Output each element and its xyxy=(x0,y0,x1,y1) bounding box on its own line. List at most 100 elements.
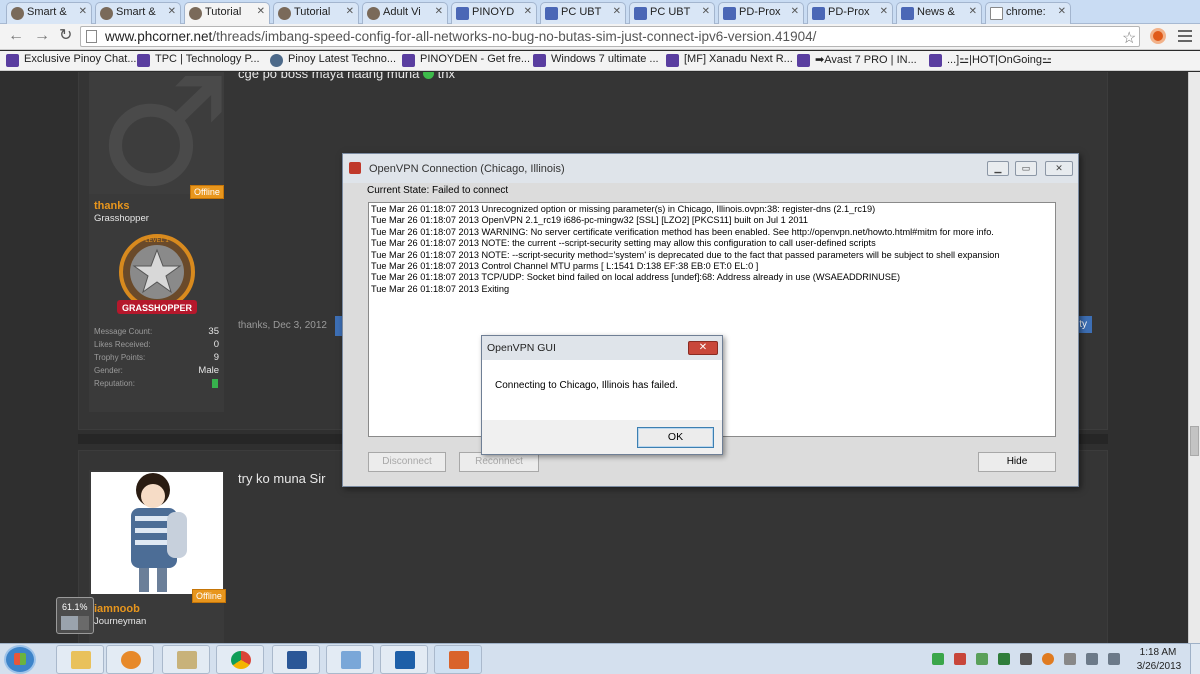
close-button[interactable]: ✕ xyxy=(1045,161,1073,176)
bookmark-label: Pinoy Latest Techno... xyxy=(288,53,397,65)
tab-smart-1[interactable]: Smart & ✕ xyxy=(6,2,92,24)
tab-chrome[interactable]: chrome: ✕ xyxy=(985,2,1071,24)
tab-close-icon[interactable]: ✕ xyxy=(346,6,354,17)
show-desktop-button[interactable] xyxy=(1190,644,1200,674)
tab-close-icon[interactable]: ✕ xyxy=(791,6,799,17)
back-icon[interactable]: ← xyxy=(8,27,24,45)
tab-close-icon[interactable]: ✕ xyxy=(613,6,621,17)
tab-close-icon[interactable]: ✕ xyxy=(435,6,443,17)
action-center-icon[interactable] xyxy=(1064,653,1076,665)
tab-label: Smart & xyxy=(116,6,156,18)
stat-value: Male xyxy=(198,365,219,376)
maximize-button[interactable]: ▭ xyxy=(1015,161,1037,176)
username[interactable]: thanks xyxy=(94,200,129,212)
tab-pd-prox-2[interactable]: PD-Prox ✕ xyxy=(807,2,893,24)
address-bar[interactable]: www.phcorner.net/threads/imbang-speed-co… xyxy=(80,26,1140,47)
dialog-close-button[interactable]: ✕ xyxy=(688,341,718,355)
dialog-body: Connecting to Chicago, Illinois has fail… xyxy=(482,360,722,420)
tray-app-icon[interactable] xyxy=(976,653,988,665)
tab-news[interactable]: News & ✕ xyxy=(896,2,982,24)
tab-pc-ubt-2[interactable]: PC UBT ✕ xyxy=(629,2,715,24)
tab-tutorial-2[interactable]: Tutorial ✕ xyxy=(273,2,359,24)
tab-pinoyden[interactable]: PINOYD ✕ xyxy=(451,2,537,24)
network-icon[interactable] xyxy=(1086,653,1098,665)
post-message: cge po boss maya naang muna thx xyxy=(238,72,455,81)
tab-close-icon[interactable]: ✕ xyxy=(1058,6,1066,17)
error-dialog: OpenVPN GUI ✕ Connecting to Chicago, Ill… xyxy=(481,335,723,455)
tray-avast-icon[interactable] xyxy=(1042,653,1054,665)
post-message-text: cge po boss maya naang muna xyxy=(238,72,420,81)
bookmark-item[interactable]: ➡Avast 7 PRO | IN... xyxy=(797,53,917,67)
user-rank: Journeyman xyxy=(94,616,147,627)
bookmark-label: Windows 7 ultimate ... xyxy=(551,53,659,65)
tab-close-icon[interactable]: ✕ xyxy=(257,6,265,17)
hide-button[interactable]: Hide xyxy=(978,452,1056,472)
tab-favicon-icon xyxy=(812,7,825,20)
tray-app-icon[interactable] xyxy=(1020,653,1032,665)
tab-close-icon[interactable]: ✕ xyxy=(969,6,977,17)
volume-icon[interactable] xyxy=(1108,653,1120,665)
stat-value: 0 xyxy=(213,339,219,350)
clock-time[interactable]: 1:18 AM xyxy=(1138,647,1178,658)
start-button[interactable] xyxy=(4,645,36,674)
ok-button[interactable]: OK xyxy=(637,427,714,448)
stat-value: 9 xyxy=(213,352,219,363)
bookmark-favicon-icon xyxy=(797,54,810,67)
log-line: Tue Mar 26 01:18:07 2013 OpenVPN 2.1_rc1… xyxy=(371,215,809,226)
clock-date[interactable]: 3/26/2013 xyxy=(1133,661,1185,672)
paint-icon xyxy=(177,651,197,669)
taskbar-smart-app[interactable] xyxy=(380,645,428,674)
page-icon xyxy=(86,30,97,43)
bookmark-star-icon[interactable]: ☆ xyxy=(1122,28,1136,48)
username[interactable]: iamnoob xyxy=(94,603,140,615)
scrollbar-thumb[interactable] xyxy=(1190,426,1199,456)
page-scrollbar[interactable] xyxy=(1188,72,1200,643)
taskbar-openvpn[interactable] xyxy=(434,645,482,674)
bookmark-item[interactable]: Windows 7 ultimate ... xyxy=(533,53,659,67)
progress-widget[interactable]: 61.1% xyxy=(56,597,94,634)
smiley-icon xyxy=(423,72,435,79)
tab-favicon-icon xyxy=(990,7,1003,20)
tab-favicon-icon xyxy=(189,7,202,20)
forward-icon[interactable]: → xyxy=(34,27,50,45)
reconnect-button[interactable]: Reconnect xyxy=(459,452,539,472)
tab-close-icon[interactable]: ✕ xyxy=(524,6,532,17)
tab-label: Adult Vi xyxy=(383,6,421,18)
tab-close-icon[interactable]: ✕ xyxy=(79,6,87,17)
stat-label: Likes Received: xyxy=(94,340,151,349)
taskbar-chrome[interactable] xyxy=(216,645,264,674)
taskbar-word[interactable] xyxy=(272,645,320,674)
bookmark-label: Exclusive Pinoy Chat... xyxy=(24,53,137,65)
bookmark-item[interactable]: PINOYDEN - Get fre... xyxy=(402,53,530,67)
reload-icon[interactable]: ↻ xyxy=(59,27,72,45)
taskbar-app[interactable] xyxy=(326,645,374,674)
bookmark-label: [MF] Xanadu Next R... xyxy=(684,53,793,65)
tray-app-icon[interactable] xyxy=(954,653,966,665)
tab-close-icon[interactable]: ✕ xyxy=(880,6,888,17)
minimize-button[interactable]: ▁ xyxy=(987,161,1009,176)
tab-adult[interactable]: Adult Vi ✕ xyxy=(362,2,448,24)
extension-icon[interactable] xyxy=(1150,28,1166,44)
dialog-titlebar[interactable]: OpenVPN GUI ✕ xyxy=(482,336,722,360)
tab-smart-2[interactable]: Smart & ✕ xyxy=(95,2,181,24)
bookmark-item[interactable]: ...]⚍|HOT|OnGoing⚍ xyxy=(929,53,1052,67)
tab-close-icon[interactable]: ✕ xyxy=(168,6,176,17)
tab-tutorial-active[interactable]: Tutorial ✕ xyxy=(184,2,270,24)
tray-network-app-icon[interactable] xyxy=(932,653,944,665)
disconnect-button[interactable]: Disconnect xyxy=(368,452,446,472)
chrome-menu-icon[interactable] xyxy=(1178,30,1192,42)
bookmark-item[interactable]: Exclusive Pinoy Chat... xyxy=(6,53,137,67)
taskbar-media-player[interactable] xyxy=(106,645,154,674)
grasshopper-badge-icon: GRASSHOPPER LEVEL 1 xyxy=(117,234,197,314)
tray-app-icon[interactable] xyxy=(998,653,1010,665)
bookmark-item[interactable]: Pinoy Latest Techno... xyxy=(270,53,397,67)
taskbar-explorer[interactable] xyxy=(56,645,104,674)
bookmark-favicon-icon xyxy=(6,54,19,67)
bookmark-item[interactable]: TPC | Technology P... xyxy=(137,53,260,67)
tab-pd-prox-1[interactable]: PD-Prox ✕ xyxy=(718,2,804,24)
bookmark-item[interactable]: [MF] Xanadu Next R... xyxy=(666,53,793,67)
taskbar-paint[interactable] xyxy=(162,645,210,674)
tab-close-icon[interactable]: ✕ xyxy=(702,6,710,17)
window-titlebar[interactable]: OpenVPN Connection (Chicago, Illinois) ▁… xyxy=(343,154,1078,183)
tab-pc-ubt-1[interactable]: PC UBT ✕ xyxy=(540,2,626,24)
